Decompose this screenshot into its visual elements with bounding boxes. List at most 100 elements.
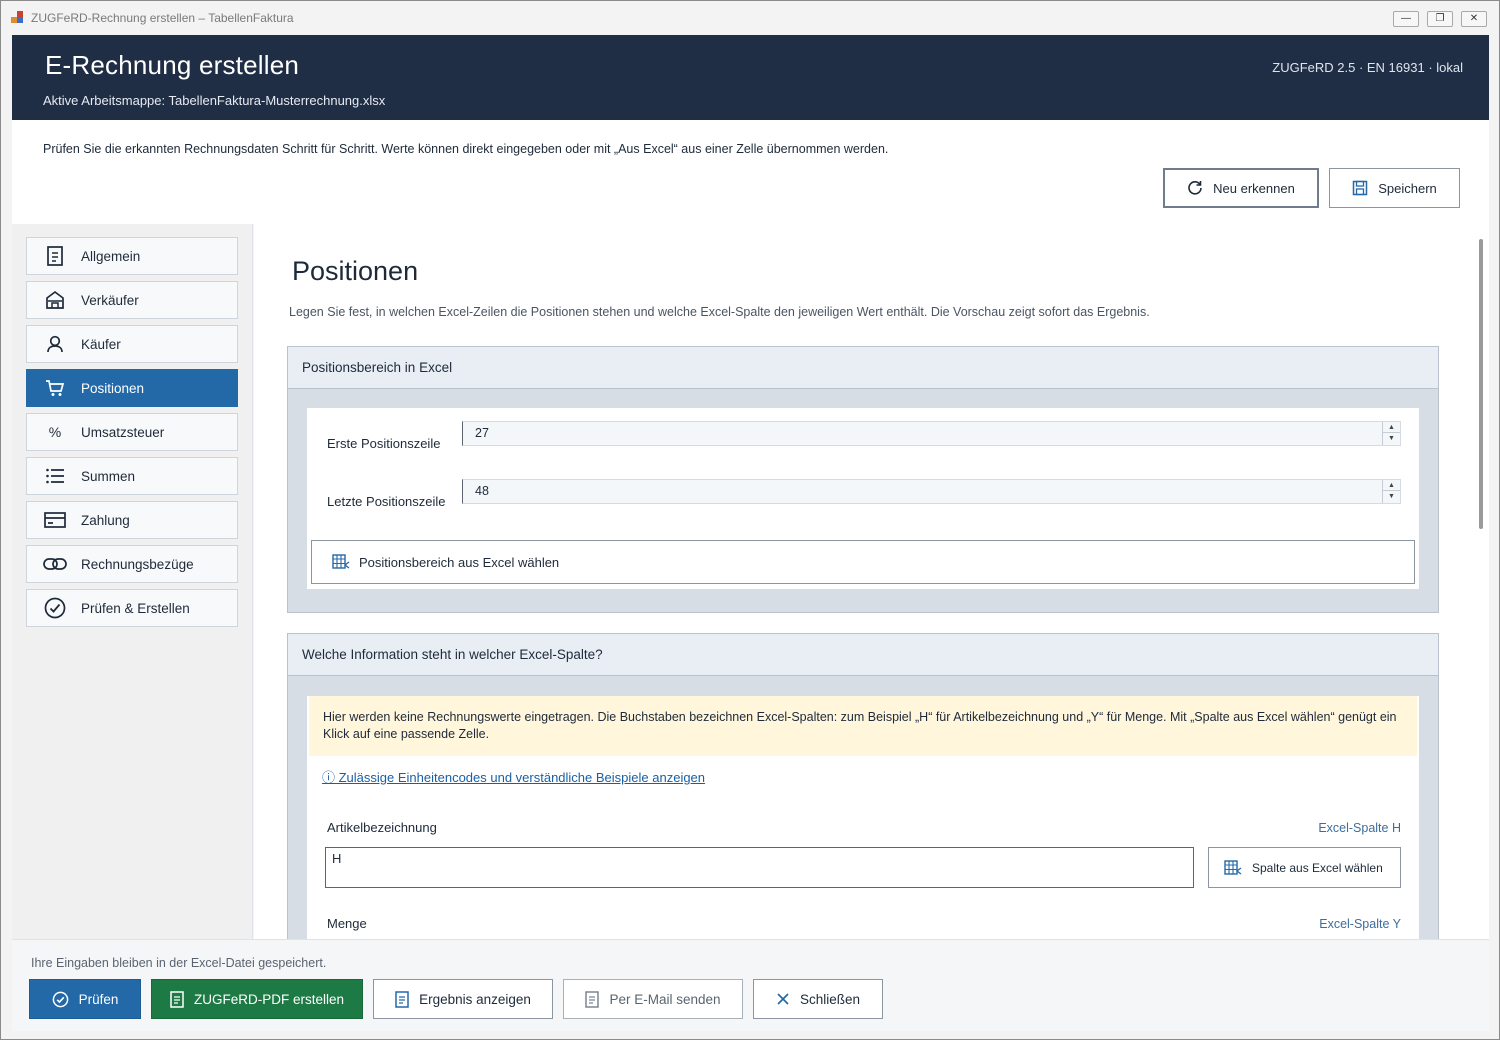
range-section-body: Erste Positionszeile 27 ▲ ▼ Letzte Positi…: [307, 408, 1419, 589]
sidebar-nav: Allgemein Verkäufer Käufer Positionen % …: [12, 224, 253, 939]
user-icon: [41, 335, 69, 353]
sidebar-item-summen[interactable]: Summen: [26, 457, 238, 495]
page-title: Positionen: [292, 256, 419, 286]
first-row-value: 27: [475, 426, 489, 440]
range-section-title: Positionsbereich in Excel: [288, 347, 1438, 389]
document-icon: [395, 990, 409, 1008]
chevron-down-icon[interactable]: ▼: [1383, 491, 1400, 502]
chevron-down-icon[interactable]: ▼: [1383, 433, 1400, 444]
link-icon: [41, 557, 69, 571]
close-button[interactable]: Schließen: [753, 979, 883, 1019]
email-label: Per E-Mail senden: [609, 991, 721, 1007]
document-icon: [170, 990, 184, 1008]
check-label: Prüfen: [78, 991, 119, 1007]
window-title: ZUGFeRD-Rechnung erstellen – TabellenFak…: [31, 11, 294, 25]
info-hint-box: Hier werden keine Rechnungswerte eingetr…: [309, 696, 1417, 756]
table-pick-icon: [1224, 859, 1242, 876]
card-icon: [41, 512, 69, 528]
document-icon: [585, 990, 600, 1008]
save-icon: [1352, 180, 1368, 196]
pick-range-button[interactable]: Positionsbereich aus Excel wählen: [311, 540, 1415, 584]
header-banner: E-Rechnung erstellen Aktive Arbeitsmappe…: [12, 35, 1489, 120]
sidebar-item-label: Positionen: [81, 380, 145, 396]
create-pdf-button[interactable]: ZUGFeRD-PDF erstellen: [151, 979, 363, 1019]
sidebar-item-label: Zahlung: [81, 512, 130, 528]
maximize-button[interactable]: ❐: [1427, 11, 1453, 27]
last-row-stepper[interactable]: 48 ▲ ▼: [462, 479, 1401, 504]
columns-section: Welche Information steht in welcher Exce…: [287, 633, 1439, 939]
sidebar-item-verkaeufer[interactable]: Verkäufer: [26, 281, 238, 319]
refresh-icon: [1187, 180, 1203, 196]
app-icon: [11, 11, 25, 25]
close-label: Schließen: [799, 991, 861, 1007]
article-column-tag: Excel-Spalte H: [1318, 821, 1401, 835]
save-button[interactable]: Speichern: [1329, 168, 1460, 208]
chevron-up-icon[interactable]: ▲: [1383, 480, 1400, 491]
page-header-title: E-Rechnung erstellen: [45, 50, 300, 80]
footer-bar: Ihre Eingaben bleiben in der Excel-Datei…: [12, 939, 1489, 1031]
last-row-value: 48: [475, 484, 489, 498]
sidebar-item-rechnungsbezuege[interactable]: Rechnungsbezüge: [26, 545, 238, 583]
list-icon: [41, 467, 69, 485]
store-icon: [41, 290, 69, 310]
sidebar-item-label: Rechnungsbezüge: [81, 556, 194, 572]
columns-section-title: Welche Information steht in welcher Exce…: [288, 634, 1438, 676]
pick-column-button[interactable]: Spalte aus Excel wählen: [1208, 847, 1401, 888]
content-scrollbar[interactable]: [1474, 224, 1489, 939]
show-result-button[interactable]: Ergebnis anzeigen: [373, 979, 553, 1019]
quantity-column-tag: Excel-Spalte Y: [1319, 917, 1401, 931]
sidebar-item-label: Käufer: [81, 336, 121, 352]
units-link[interactable]: ⓘ Zulässige Einheitencodes und verständl…: [322, 767, 705, 786]
footer-note: Ihre Eingaben bleiben in der Excel-Datei…: [31, 956, 327, 970]
sidebar-item-pruefen-erstellen[interactable]: Prüfen & Erstellen: [26, 589, 238, 627]
sidebar-item-umsatzsteuer[interactable]: % Umsatzsteuer: [26, 413, 238, 451]
article-label: Artikelbezeichnung: [327, 820, 437, 835]
minimize-button[interactable]: —: [1393, 11, 1419, 27]
close-icon: [776, 992, 790, 1006]
range-section: Positionsbereich in Excel Erste Position…: [287, 346, 1439, 613]
quantity-label: Menge: [327, 916, 367, 931]
columns-section-body: Hier werden keine Rechnungswerte eingetr…: [307, 696, 1419, 939]
sidebar-item-label: Verkäufer: [81, 292, 139, 308]
recognize-button[interactable]: Neu erkennen: [1163, 168, 1319, 208]
format-info: ZUGFeRD 2.5 · EN 16931 · lokal: [1272, 60, 1463, 75]
last-row-arrows[interactable]: ▲ ▼: [1382, 480, 1400, 503]
sidebar-item-label: Summen: [81, 468, 136, 484]
main-content: Positionen Legen Sie fest, in welchen Ex…: [254, 224, 1474, 939]
sidebar-item-label: Umsatzsteuer: [81, 424, 165, 440]
first-row-label: Erste Positionszeile: [327, 436, 441, 451]
show-result-label: Ergebnis anzeigen: [419, 991, 531, 1007]
active-workbook: Aktive Arbeitsmappe: TabellenFaktura-Mus…: [43, 93, 386, 108]
chevron-up-icon[interactable]: ▲: [1383, 422, 1400, 433]
sidebar-item-label: Allgemein: [81, 248, 141, 264]
page-description: Legen Sie fest, in welchen Excel-Zeilen …: [289, 305, 1150, 319]
last-row-label: Letzte Positionszeile: [327, 494, 446, 509]
sidebar-item-label: Prüfen & Erstellen: [81, 600, 190, 616]
email-button[interactable]: Per E-Mail senden: [563, 979, 743, 1019]
close-window-button[interactable]: ✕: [1461, 11, 1487, 27]
app-window: ZUGFeRD-Rechnung erstellen – TabellenFak…: [0, 0, 1500, 1040]
intro-panel: Prüfen Sie die erkannten Rechnungsdaten …: [12, 120, 1489, 224]
check-circle-icon: [41, 597, 69, 619]
percent-icon: %: [48, 424, 62, 440]
sidebar-item-positionen[interactable]: Positionen: [26, 369, 238, 407]
pick-column-label: Spalte aus Excel wählen: [1252, 860, 1383, 875]
intro-text: Prüfen Sie die erkannten Rechnungsdaten …: [43, 142, 889, 156]
article-column-input[interactable]: H: [325, 847, 1194, 888]
save-label: Speichern: [1378, 180, 1437, 196]
title-bar: ZUGFeRD-Rechnung erstellen – TabellenFak…: [1, 1, 1499, 35]
pick-range-label: Positionsbereich aus Excel wählen: [359, 554, 560, 570]
first-row-stepper[interactable]: 27 ▲ ▼: [462, 421, 1401, 446]
create-pdf-label: ZUGFeRD-PDF erstellen: [193, 991, 345, 1007]
document-icon: [41, 246, 69, 266]
check-circle-icon: [52, 991, 69, 1008]
recognize-label: Neu erkennen: [1213, 180, 1295, 196]
table-pick-icon: [332, 554, 350, 570]
check-button[interactable]: Prüfen: [29, 979, 141, 1019]
sidebar-item-allgemein[interactable]: Allgemein: [26, 237, 238, 275]
first-row-arrows[interactable]: ▲ ▼: [1382, 422, 1400, 445]
sidebar-item-kaeufer[interactable]: Käufer: [26, 325, 238, 363]
scrollbar-thumb[interactable]: [1479, 239, 1483, 529]
sidebar-item-zahlung[interactable]: Zahlung: [26, 501, 238, 539]
cart-icon: [41, 379, 69, 397]
